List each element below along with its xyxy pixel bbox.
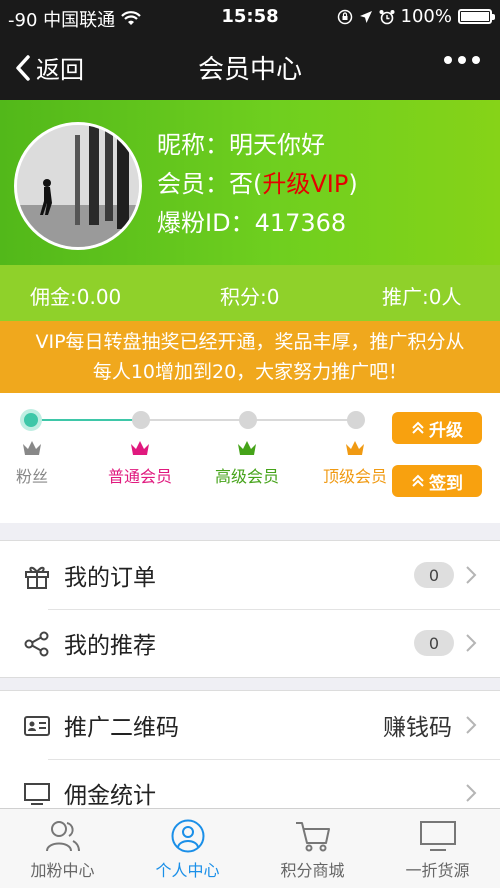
tab-points-mall[interactable]: 积分商城 <box>250 809 375 888</box>
id-card-icon <box>24 716 50 736</box>
upgrade-button[interactable]: 升级 <box>392 412 482 444</box>
signin-button[interactable]: 签到 <box>392 465 482 497</box>
more-menu-button[interactable] <box>444 56 480 64</box>
dot-icon <box>458 56 466 64</box>
rotation-lock-icon <box>337 9 352 24</box>
monitor-icon <box>24 783 50 805</box>
double-chevron-up-icon <box>412 421 424 434</box>
crown-icon-pink <box>131 441 149 455</box>
tab-label: 一折货源 <box>405 861 470 880</box>
recommend-count-badge: 0 <box>414 630 454 656</box>
menu-group-orders: 我的订单 0 我的推荐 0 <box>0 540 500 678</box>
tab-label: 积分商城 <box>280 861 345 880</box>
chevron-right-icon <box>466 716 477 734</box>
menu-item-recommend[interactable]: 我的推荐 0 <box>0 609 500 677</box>
orders-label: 我的订单 <box>64 565 156 591</box>
avatar-image <box>17 125 139 247</box>
points-stat: 积分:0 <box>220 285 280 309</box>
level-node-top <box>347 411 365 429</box>
nickname-value: 明天你好 <box>229 131 325 159</box>
nickname-line: 昵称：明天你好 <box>157 126 358 165</box>
nickname-label: 昵称： <box>157 131 229 159</box>
tab-discount-source[interactable]: 一折货源 <box>375 809 500 888</box>
upgrade-button-label: 升级 <box>429 420 463 441</box>
menu-group-promo: 推广二维码 赚钱码 佣金统计 <box>0 690 500 815</box>
alarm-icon <box>379 9 395 24</box>
gift-icon <box>25 566 49 589</box>
member-status-close: ) <box>348 170 358 198</box>
cart-icon <box>295 822 330 852</box>
stats-bar: 佣金:0.00 积分:0 推广:0人 <box>0 265 500 321</box>
level-node-regular <box>132 411 150 429</box>
member-line: 会员：否(升级VIP) <box>157 165 358 204</box>
member-label: 会员： <box>157 170 229 198</box>
upgrade-vip-link[interactable]: 升级VIP <box>262 170 348 198</box>
double-chevron-up-icon <box>412 474 424 487</box>
level-label-fans: 粉丝 <box>15 467 48 486</box>
level-node-fans <box>24 413 38 427</box>
signin-button-label: 签到 <box>429 473 463 494</box>
nav-bar: 返回 会员中心 <box>0 32 500 100</box>
level-progress: 粉丝 普通会员 高级会员 顶级会员 升级 签到 <box>0 393 500 523</box>
profile-header: 昵称：明天你好 会员：否(升级VIP) 爆粉ID：417368 <box>0 100 500 265</box>
dot-icon <box>444 56 452 64</box>
level-label-regular: 普通会员 <box>107 467 172 486</box>
id-line: 爆粉ID：417368 <box>157 204 358 243</box>
share-icon <box>24 631 49 657</box>
monitor-icon <box>419 821 456 851</box>
level-label-top: 顶级会员 <box>322 467 387 486</box>
notice-line-2: 每人10增加到20，大家努力推广吧！ <box>92 361 408 383</box>
chevron-right-icon <box>466 634 477 652</box>
id-label: 爆粉ID： <box>157 209 255 237</box>
tab-personal-center[interactable]: 个人中心 <box>125 809 250 888</box>
recommend-label: 我的推荐 <box>64 633 156 659</box>
member-status: 否( <box>229 170 263 198</box>
chevron-right-icon <box>466 784 477 802</box>
progress-track-active <box>31 419 141 421</box>
notice-line-1: VIP每日转盘抽奖已经开通，奖品丰厚，推广积分从 <box>35 331 465 353</box>
battery-icon <box>458 9 495 24</box>
tab-fans-center[interactable]: 加粉中心 <box>0 809 125 888</box>
notice-banner: VIP每日转盘抽奖已经开通，奖品丰厚，推广积分从 每人10增加到20，大家努力推… <box>0 321 500 393</box>
menu-item-orders[interactable]: 我的订单 0 <box>0 541 500 609</box>
level-label-senior: 高级会员 <box>214 467 279 486</box>
crown-icon-gray <box>23 441 41 455</box>
status-bar: -90 中国联通 15:58 100% <box>0 0 500 32</box>
referral-stat: 推广:0人 <box>382 285 462 309</box>
profile-info: 昵称：明天你好 会员：否(升级VIP) 爆粉ID：417368 <box>157 126 358 243</box>
tab-bar: 加粉中心 个人中心 积分商城 一折货源 <box>0 808 500 888</box>
tab-label: 加粉中心 <box>30 861 95 880</box>
page-title: 会员中心 <box>197 55 302 85</box>
crown-icon-green <box>238 441 256 455</box>
location-icon <box>359 10 372 23</box>
avatar[interactable] <box>14 122 142 250</box>
commission-stats-label: 佣金统计 <box>64 783 156 809</box>
qrcode-label: 推广二维码 <box>64 715 179 741</box>
dot-icon <box>472 56 480 64</box>
qrcode-value: 赚钱码 <box>383 715 452 741</box>
chevron-right-icon <box>466 566 477 584</box>
menu-item-qrcode[interactable]: 推广二维码 赚钱码 <box>0 691 500 759</box>
id-value: 417368 <box>254 209 347 237</box>
tab-label: 个人中心 <box>155 861 220 880</box>
crown-icon-orange <box>346 441 364 455</box>
battery-percent: 100% <box>400 6 452 27</box>
status-right: 100% <box>337 6 495 27</box>
level-node-senior <box>239 411 257 429</box>
user-icon <box>171 819 204 853</box>
orders-count-badge: 0 <box>414 562 454 588</box>
users-icon <box>45 821 80 852</box>
commission-stat: 佣金:0.00 <box>30 285 122 309</box>
